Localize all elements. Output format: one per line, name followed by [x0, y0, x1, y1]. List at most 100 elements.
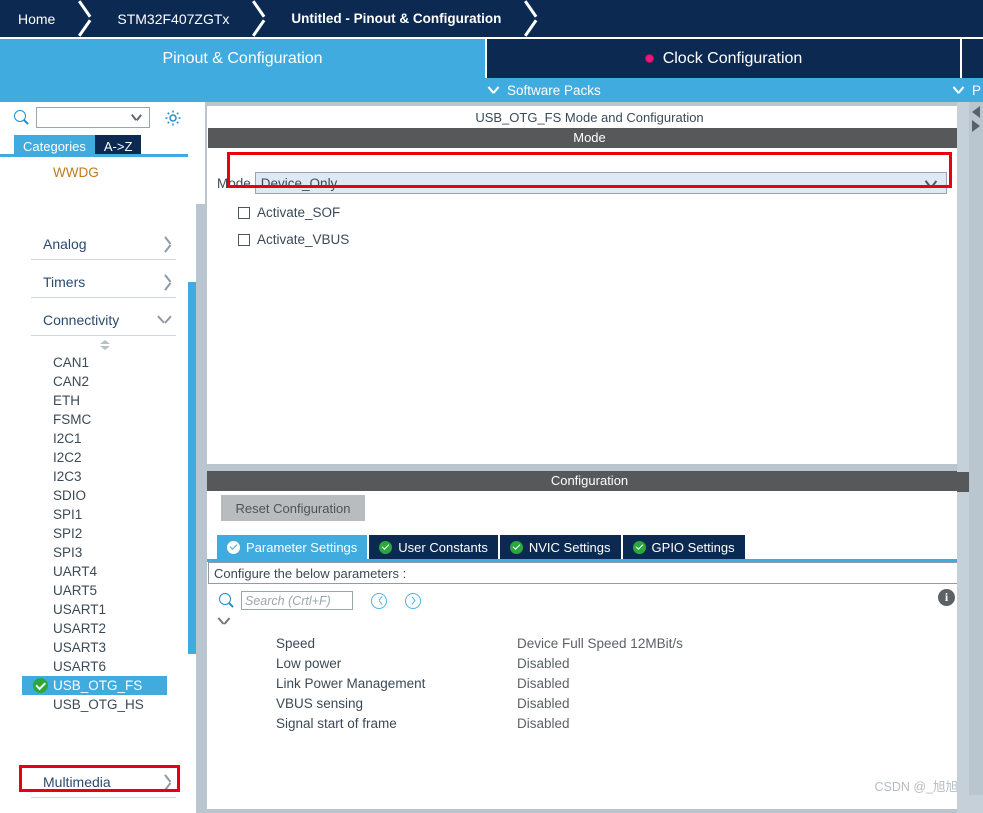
tab-a-to-z-label: A->Z [103, 138, 133, 154]
checkbox-activate-sof[interactable]: Activate_SOF [238, 205, 340, 220]
sidebar-item-can2[interactable]: CAN2 [22, 372, 188, 391]
sidebar-outer-scrollbar[interactable] [196, 204, 205, 813]
tab-parameter-settings[interactable]: Parameter Settings [217, 535, 368, 559]
search-next-button[interactable] [405, 592, 421, 609]
breadcrumb-label-mcu: STM32F407ZGTx [117, 10, 230, 27]
mode-body: Mode Device_Only Activate_SOF Activate_V… [208, 148, 971, 464]
software-packs-menu[interactable]: Software Packs [488, 83, 601, 98]
checkbox-box-icon[interactable] [238, 206, 250, 219]
panel-title: USB_OTG_FS Mode and Configuration [208, 107, 971, 128]
configuration-panel: Configuration Reset Configuration Parame… [207, 471, 972, 809]
gear-icon[interactable] [164, 109, 182, 127]
mode-dropdown-value: Device_Only [260, 175, 338, 191]
project-manager-menu[interactable]: P [953, 83, 981, 98]
sidebar-item-usart6[interactable]: USART6 [22, 657, 188, 676]
breadcrumb-item-mcu[interactable]: STM32F407ZGTx [99, 0, 243, 37]
sidebar-item-uart4[interactable]: UART4 [22, 562, 188, 581]
sidebar-item-sdio[interactable]: SDIO [22, 486, 188, 505]
check-icon [379, 540, 393, 554]
tab-nvic-settings[interactable]: NVIC Settings [499, 535, 621, 559]
scroll-right-arrow-icon[interactable] [972, 120, 980, 132]
sidebar-item-spi2[interactable]: SPI2 [22, 524, 188, 543]
parameter-value[interactable]: Disabled [517, 716, 570, 731]
breadcrumb-item-home[interactable]: Home [0, 0, 69, 37]
sidebar-item-usart1[interactable]: USART1 [22, 600, 188, 619]
sidebar-group-analog-label: Analog [43, 236, 87, 252]
sidebar-group-security[interactable]: Security [31, 798, 176, 806]
mode-dropdown[interactable]: Device_Only [254, 172, 947, 194]
sidebar-group-analog[interactable]: Analog [31, 222, 176, 260]
enabled-check-icon [33, 678, 48, 693]
sidebar-group-timers[interactable]: Timers [31, 260, 176, 298]
sidebar-item-can1[interactable]: CAN1 [22, 353, 188, 372]
breadcrumb-item-current[interactable]: Untitled - Pinout & Configuration [273, 0, 515, 37]
search-icon [14, 109, 30, 126]
sidebar-item-spi1[interactable]: SPI1 [22, 505, 188, 524]
sidebar-item-i2c3[interactable]: I2C3 [22, 467, 188, 486]
breadcrumb-chevron-icon [515, 0, 545, 37]
tab-clock-configuration[interactable]: Clock Configuration [487, 39, 960, 78]
check-icon [509, 540, 523, 554]
scroll-arrows[interactable] [969, 104, 983, 132]
checkbox-box-icon[interactable] [238, 233, 250, 246]
tab-clock-label: Clock Configuration [662, 49, 803, 67]
sidebar-item-usart2[interactable]: USART2 [22, 619, 188, 638]
table-row[interactable]: Signal start of frame Disabled [207, 713, 967, 733]
breadcrumb-label-current: Untitled - Pinout & Configuration [291, 11, 502, 26]
main-outer-scrollbar[interactable] [969, 102, 983, 813]
sidebar-group-timers-label: Timers [43, 274, 86, 290]
tab-project-manager[interactable] [962, 39, 983, 78]
checkbox-activate-vbus-label: Activate_VBUS [257, 232, 350, 247]
sidebar-item-usb-otg-fs[interactable]: USB_OTG_FS [22, 676, 167, 695]
peripheral-list[interactable]: WWDG Analog Timers Connectivity CAN1 CAN2… [0, 158, 188, 806]
peripheral-item-wwdg[interactable]: WWDG [22, 163, 188, 182]
tab-pinout-configuration[interactable]: Pinout & Configuration [0, 39, 485, 78]
sidebar-item-uart5[interactable]: UART5 [22, 581, 188, 600]
clock-status-dot-icon [644, 54, 654, 63]
tab-parameter-settings-label: Parameter Settings [246, 539, 358, 555]
sidebar-item-i2c2[interactable]: I2C2 [22, 448, 188, 467]
parameter-value[interactable]: Disabled [517, 656, 570, 671]
mode-select-row: Mode Device_Only [217, 172, 947, 194]
tab-user-constants[interactable]: User Constants [369, 535, 498, 559]
sidebar-item-i2c1[interactable]: I2C1 [22, 429, 188, 448]
parameter-value[interactable]: Disabled [517, 696, 570, 711]
chevron-down-icon [925, 180, 937, 189]
parameter-group-collapse-icon[interactable] [218, 617, 231, 627]
table-row[interactable]: Low power Disabled [207, 653, 967, 673]
checkbox-activate-vbus[interactable]: Activate_VBUS [238, 232, 349, 247]
parameter-value[interactable]: Device Full Speed 12MBit/s [517, 636, 683, 651]
table-row[interactable]: VBUS sensing Disabled [207, 693, 967, 713]
sidebar-group-multimedia-label: Multimedia [43, 774, 111, 790]
sidebar-scrollbar-thumb[interactable] [188, 282, 196, 654]
main-inner-scrollbar[interactable] [957, 102, 969, 813]
sidebar-group-multimedia[interactable]: Multimedia [31, 760, 176, 798]
info-icon[interactable]: i [938, 589, 955, 606]
table-row[interactable]: Link Power Management Disabled [207, 673, 967, 693]
peripheral-search-input[interactable] [36, 107, 150, 128]
sidebar-item-fsmc[interactable]: FSMC [22, 410, 188, 429]
search-previous-button[interactable] [371, 592, 387, 609]
sidebar-item-spi3[interactable]: SPI3 [22, 543, 188, 562]
chevron-down-icon [158, 313, 172, 327]
reset-configuration-button[interactable]: Reset Configuration [221, 495, 365, 521]
main-scroll-nub [957, 472, 969, 492]
chevron-down-icon [131, 114, 142, 122]
checkbox-activate-sof-label: Activate_SOF [257, 205, 341, 220]
parameter-value[interactable]: Disabled [517, 676, 570, 691]
sidebar-item-eth[interactable]: ETH [22, 391, 188, 410]
scroll-left-arrow-icon[interactable] [972, 106, 980, 118]
sidebar-group-connectivity-label: Connectivity [43, 312, 120, 328]
tab-gpio-settings[interactable]: GPIO Settings [622, 535, 745, 559]
tab-user-constants-label: User Constants [398, 539, 488, 555]
tab-categories-label: Categories [23, 138, 86, 154]
software-packs-bar: Software Packs P [0, 78, 983, 102]
list-resize-handle-icon[interactable] [98, 340, 112, 350]
sidebar-item-usb-otg-hs[interactable]: USB_OTG_HS [22, 695, 188, 714]
sidebar-group-connectivity[interactable]: Connectivity [31, 298, 176, 336]
stm32cubemx-window: Home STM32F407ZGTx Untitled - Pinout & C… [0, 0, 983, 813]
chevron-right-icon [158, 775, 172, 789]
sidebar-item-usart3[interactable]: USART3 [22, 638, 188, 657]
table-row[interactable]: Speed Device Full Speed 12MBit/s [207, 633, 967, 653]
parameter-search-input[interactable]: Search (Crtl+F) [241, 591, 353, 610]
